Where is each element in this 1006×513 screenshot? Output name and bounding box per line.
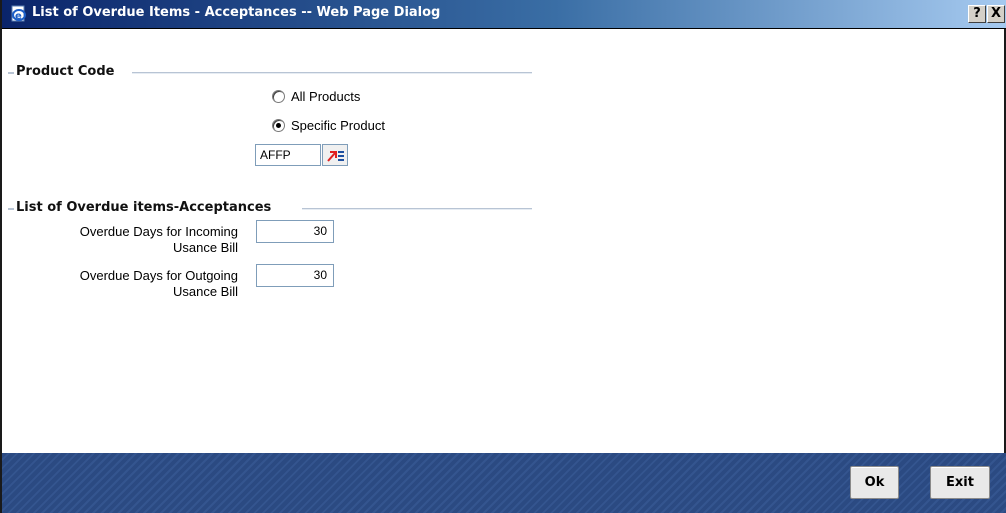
dialog-footer: Ok Exit	[2, 453, 1006, 513]
outgoing-label-line2: Usance Bill	[172, 284, 238, 299]
incoming-label-line1: Overdue Days for Incoming	[79, 224, 238, 239]
product-code-input[interactable]: AFFP	[255, 144, 321, 166]
specific-product-label: Specific Product	[291, 118, 385, 133]
close-button[interactable]: X	[987, 5, 1005, 23]
outgoing-overdue-days-input[interactable]: 30	[256, 264, 334, 287]
product-code-legend: Product Code	[16, 64, 119, 79]
all-products-option[interactable]: All Products	[272, 89, 360, 104]
all-products-label: All Products	[291, 89, 361, 104]
product-code-rule	[132, 72, 532, 74]
ie-page-icon: e	[10, 5, 28, 23]
outgoing-usance-label: Overdue Days for Outgoing Usance Bill	[32, 268, 238, 300]
dialog-title: List of Overdue Items - Acceptances -- W…	[32, 5, 441, 20]
help-button[interactable]: ?	[968, 5, 986, 23]
all-products-radio[interactable]	[272, 90, 285, 103]
product-lov-button[interactable]	[322, 144, 348, 166]
overdue-rule	[302, 208, 532, 210]
overdue-rule-left	[8, 208, 14, 210]
specific-product-radio[interactable]	[272, 119, 285, 132]
title-bar[interactable]: e List of Overdue Items - Acceptances --…	[2, 0, 1006, 29]
specific-product-option[interactable]: Specific Product	[272, 118, 385, 133]
ok-button[interactable]: Ok	[850, 466, 899, 499]
incoming-usance-label: Overdue Days for Incoming Usance Bill	[32, 224, 238, 256]
exit-button[interactable]: Exit	[930, 466, 990, 499]
svg-text:e: e	[15, 11, 22, 22]
incoming-overdue-days-input[interactable]: 30	[256, 220, 334, 243]
product-code-rule-left	[8, 72, 14, 74]
outgoing-label-line1: Overdue Days for Outgoing	[79, 268, 238, 283]
incoming-label-line2: Usance Bill	[172, 240, 238, 255]
dialog-window: e List of Overdue Items - Acceptances --…	[0, 0, 1006, 513]
overdue-legend: List of Overdue items-Acceptances	[16, 200, 276, 215]
